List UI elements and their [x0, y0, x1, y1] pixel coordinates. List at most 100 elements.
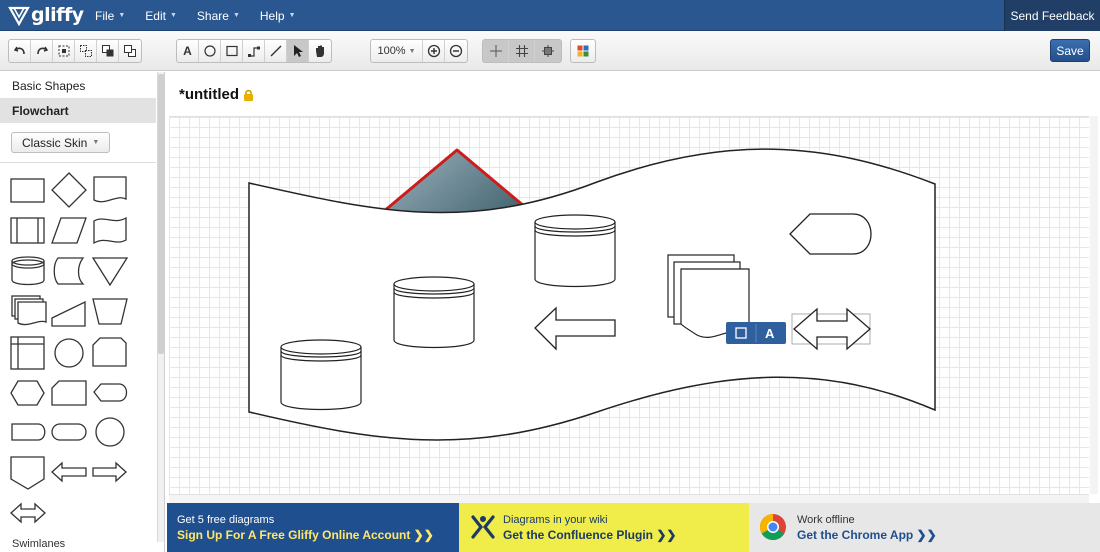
promo-signup[interactable]: Get 5 free diagrams Sign Up For A Free G… — [167, 503, 459, 552]
theme-group — [570, 39, 596, 63]
palette-scrollbar[interactable] — [157, 72, 164, 542]
canvas-area: *untitled A — [167, 72, 1100, 503]
send-feedback-button[interactable]: Send Feedback — [1004, 0, 1100, 31]
snap-toggle[interactable] — [535, 40, 561, 62]
chevron-down-icon: ▼ — [408, 47, 416, 55]
chevron-down-icon: ▼ — [169, 12, 177, 19]
grid-toggle[interactable] — [509, 40, 535, 62]
chevron-down-icon: ▼ — [118, 12, 126, 19]
palette-section-swimlanes[interactable]: Swimlanes — [12, 538, 65, 548]
menu-help-label: Help — [259, 8, 285, 23]
diagram-shapes: A — [248, 148, 936, 441]
zoom-value: 100% — [377, 45, 406, 57]
flowchart-shapes — [10, 172, 129, 524]
promo-signup-link[interactable]: Sign Up For A Free Gliffy Online Account… — [177, 528, 459, 542]
shape-palette: Basic Shapes Flowchart Classic Skin ▼ Sw… — [0, 72, 165, 552]
rectangle-tool-button[interactable] — [221, 40, 243, 62]
menu-edit[interactable]: Edit ▼ — [145, 9, 177, 23]
palette-divider — [0, 162, 156, 163]
menu-share[interactable]: Share ▼ — [197, 9, 240, 23]
stored-data-cylinder-1[interactable] — [534, 214, 616, 288]
ellipse-tool-button[interactable] — [199, 40, 221, 62]
edit-tools-group — [8, 39, 142, 63]
stored-data-cylinder-3[interactable] — [280, 339, 362, 411]
confluence-icon — [471, 515, 495, 539]
snap-icon — [542, 45, 554, 57]
bring-to-front-button[interactable] — [97, 40, 119, 62]
stored-data-cylinder-shape — [11, 256, 45, 286]
zoom-out-button[interactable] — [445, 40, 467, 62]
redo-icon — [36, 46, 48, 55]
line-tool-button[interactable] — [265, 40, 287, 62]
grid-icon — [515, 45, 528, 57]
promo-chrome-app[interactable]: Work offline Get the Chrome App ❯❯ — [749, 503, 1100, 552]
promo-signup-line1: Get 5 free diagrams — [177, 513, 275, 526]
menu-file-label: File — [95, 8, 115, 23]
off-page-connector-shape — [10, 456, 45, 490]
card-shape — [51, 380, 87, 406]
decision-shape — [51, 172, 87, 208]
grid-group — [482, 39, 562, 63]
palette-section-flowchart[interactable]: Flowchart — [0, 98, 156, 123]
line-icon — [270, 45, 281, 57]
skin-select[interactable]: Classic Skin ▼ — [11, 132, 111, 153]
selection-toolbar: A — [726, 322, 786, 344]
stored-data-shape — [53, 257, 85, 285]
hand-icon — [316, 45, 324, 57]
zoom-select[interactable]: 100% ▼ — [371, 40, 423, 62]
circle-shape — [95, 417, 125, 447]
pointer-tool-button[interactable] — [287, 40, 309, 62]
promo-confluence[interactable]: Diagrams in your wiki Get the Confluence… — [459, 503, 749, 552]
undo-button[interactable] — [9, 40, 31, 62]
zoom-out-icon — [449, 44, 463, 58]
promo-confluence-line1: Diagrams in your wiki — [503, 513, 608, 526]
crosshair-icon — [489, 45, 502, 57]
theme-button[interactable] — [571, 40, 595, 62]
ungroup-icon — [79, 45, 92, 57]
internal-storage-shape — [10, 336, 45, 370]
logo-text: gliffy — [31, 4, 84, 26]
chevron-down-icon: ▼ — [288, 12, 296, 19]
tape-shape — [93, 216, 127, 245]
preparation-shape — [10, 380, 45, 406]
rectangle-icon — [225, 45, 238, 57]
draw-tools-group: A — [176, 39, 332, 63]
right-arrow-shape — [92, 461, 127, 483]
pointer-icon — [293, 45, 303, 57]
redo-button[interactable] — [31, 40, 53, 62]
menu-edit-label: Edit — [145, 8, 166, 23]
selection-text-button[interactable]: A — [765, 326, 775, 341]
connector-tool-button[interactable] — [243, 40, 265, 62]
document-shape — [93, 176, 127, 203]
palette-section-basic-shapes[interactable]: Basic Shapes — [0, 73, 156, 98]
send-to-back-button[interactable] — [119, 40, 141, 62]
menu-file[interactable]: File ▼ — [95, 9, 125, 23]
palette-scrollbar-thumb[interactable] — [158, 74, 164, 354]
save-button[interactable]: Save — [1050, 39, 1090, 62]
guides-toggle[interactable] — [483, 40, 509, 62]
gliffy-logo-icon — [8, 6, 30, 26]
chevron-down-icon: ▼ — [92, 139, 100, 146]
menu-help[interactable]: Help ▼ — [260, 9, 296, 23]
group-button[interactable] — [53, 40, 75, 62]
double-arrow-shape — [10, 502, 46, 524]
data-shape — [51, 217, 87, 244]
zoom-group: 100% ▼ — [370, 39, 468, 63]
circle-icon — [203, 45, 216, 57]
pan-tool-button[interactable] — [309, 40, 331, 62]
zoom-in-button[interactable] — [423, 40, 445, 62]
manual-operation-shape — [92, 298, 128, 325]
bring-to-front-icon — [101, 45, 113, 57]
main-menu: File ▼ Edit ▼ Share ▼ Help ▼ — [95, 0, 316, 31]
menu-share-label: Share — [196, 8, 229, 23]
terminator-shape — [11, 423, 46, 441]
promo-chrome-line1: Work offline — [797, 513, 855, 526]
text-tool-button[interactable]: A — [177, 40, 199, 62]
gliffy-logo[interactable]: gliffy — [8, 3, 84, 27]
promo-confluence-link[interactable]: Get the Confluence Plugin ❯❯ — [503, 528, 749, 542]
ungroup-button[interactable] — [75, 40, 97, 62]
promo-chrome-link[interactable]: Get the Chrome App ❯❯ — [797, 528, 1100, 542]
stored-data-cylinder-2[interactable] — [393, 276, 475, 349]
color-palette-icon — [577, 45, 589, 57]
zoom-in-icon — [427, 44, 440, 58]
